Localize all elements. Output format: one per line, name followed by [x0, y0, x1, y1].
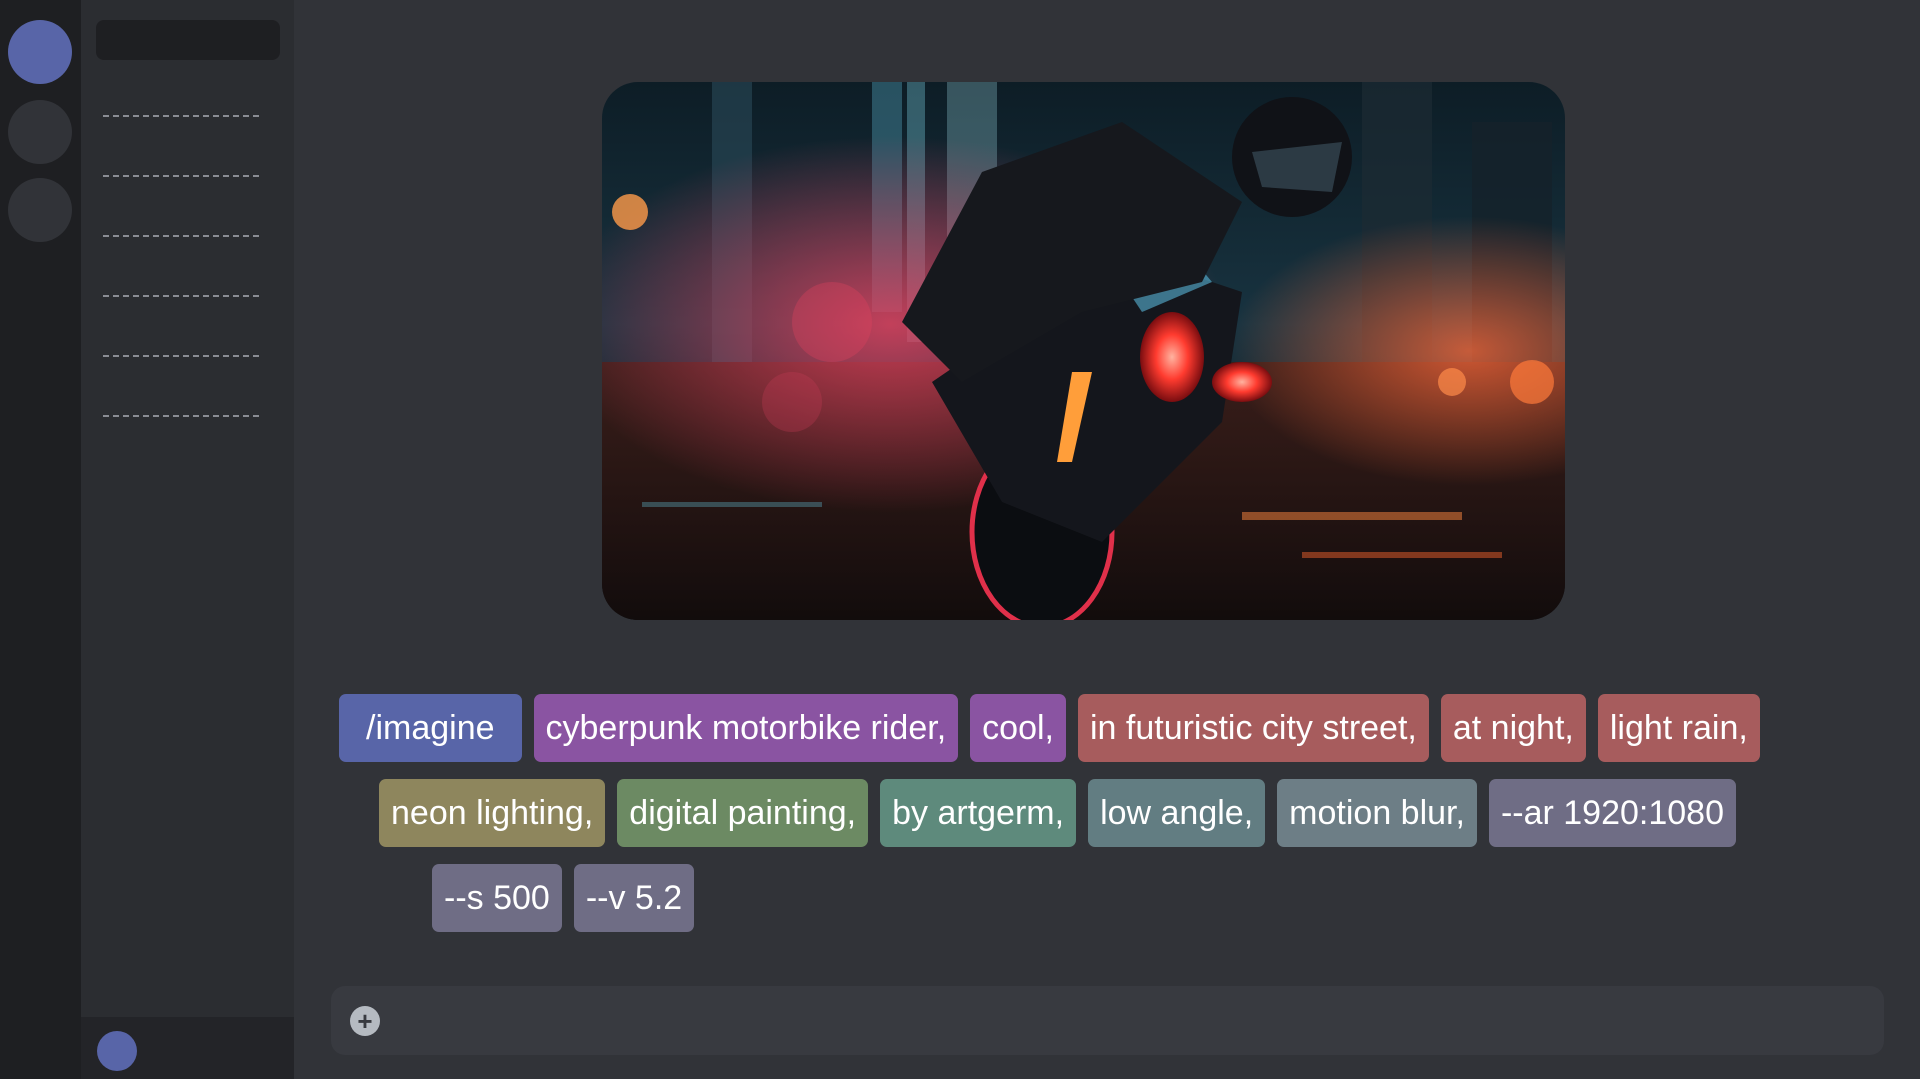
- chat-area: /imagine cyberpunk motorbike rider, cool, i…: [294, 0, 1920, 1079]
- search-bar[interactable]: [96, 20, 280, 60]
- prompt-row-2: neon lighting, digital painting, by artger…: [379, 779, 1736, 847]
- user-panel: [81, 1017, 294, 1079]
- avatar[interactable]: [97, 1031, 137, 1071]
- generated-image[interactable]: [602, 82, 1565, 620]
- prompt-token: low angle,: [1088, 779, 1266, 847]
- prompt-token: cool,: [970, 694, 1066, 762]
- channel-item-placeholder[interactable]: [103, 175, 259, 177]
- prompt-token: motion blur,: [1277, 779, 1477, 847]
- cyberpunk-rider-illustration: [602, 82, 1565, 620]
- prompt-token: in futuristic city street,: [1077, 694, 1429, 762]
- prompt-token: cyberpunk motorbike rider,: [533, 694, 959, 762]
- prompt-token: light rain,: [1597, 694, 1760, 762]
- server-icon[interactable]: [8, 178, 72, 242]
- prompt-token: digital painting,: [617, 779, 869, 847]
- prompt-token: neon lighting,: [379, 779, 606, 847]
- prompt-token: at night,: [1440, 694, 1586, 762]
- prompt-row-3: --s 500 --v 5.2: [432, 864, 695, 932]
- channel-item-placeholder[interactable]: [103, 295, 259, 297]
- plus-circle-icon[interactable]: +: [350, 1006, 380, 1036]
- channel-item-placeholder[interactable]: [103, 415, 259, 417]
- prompt-token: --ar 1920:1080: [1488, 779, 1736, 847]
- command-token: /imagine: [339, 694, 522, 762]
- message-composer[interactable]: +: [331, 986, 1884, 1055]
- channel-item-placeholder[interactable]: [103, 235, 259, 237]
- app-window: /imagine cyberpunk motorbike rider, cool, i…: [0, 0, 1920, 1079]
- prompt-token: --v 5.2: [573, 864, 695, 932]
- server-rail: [0, 0, 81, 1079]
- prompt-token: --s 500: [432, 864, 562, 932]
- channel-item-placeholder[interactable]: [103, 115, 259, 117]
- channel-item-placeholder[interactable]: [103, 355, 259, 357]
- server-icon-active[interactable]: [8, 20, 72, 84]
- prompt-row-1: /imagine cyberpunk motorbike rider, cool, i…: [339, 694, 1760, 762]
- prompt-token: by artgerm,: [880, 779, 1077, 847]
- server-icon[interactable]: [8, 100, 72, 164]
- channel-sidebar: [81, 0, 294, 1079]
